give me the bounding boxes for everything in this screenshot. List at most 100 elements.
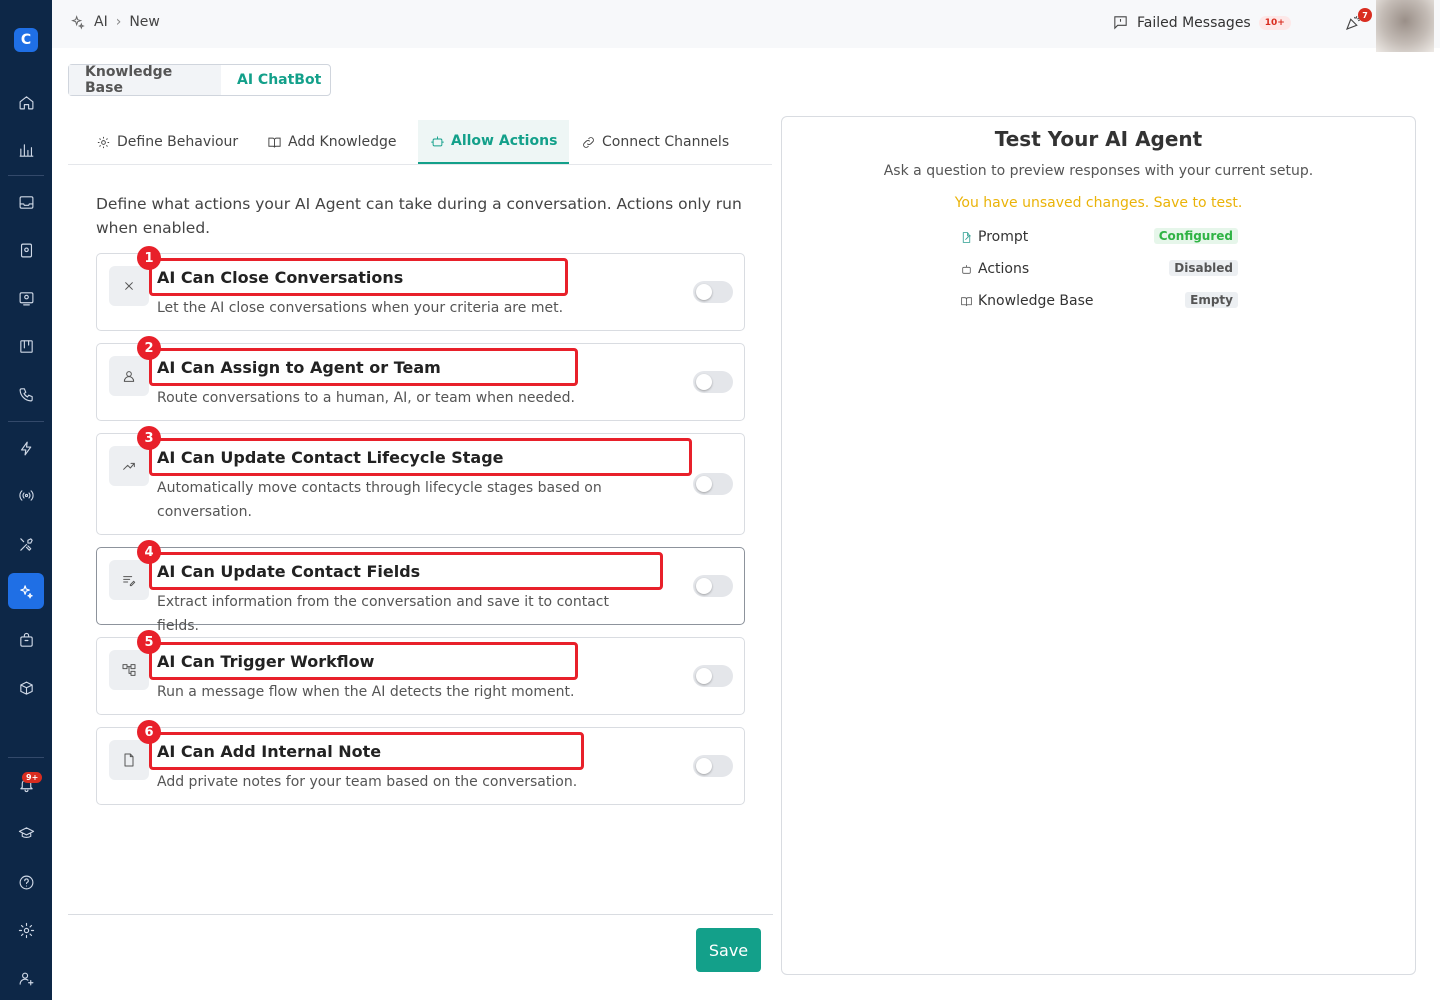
robot-icon: [431, 136, 444, 146]
signal-icon[interactable]: [8, 477, 44, 513]
tab-connect-channels[interactable]: Connect Channels: [581, 120, 729, 164]
gear-icon: [97, 136, 110, 148]
action-description: Run a message flow when the AI detects t…: [157, 684, 575, 700]
chevron-right-icon: ›: [115, 14, 122, 30]
highlight-box: [149, 732, 584, 770]
broadcast-icon[interactable]: [8, 280, 44, 316]
unsaved-warning: You have unsaved changes. Save to test.: [954, 195, 1243, 211]
phone-icon[interactable]: [8, 376, 44, 412]
status-badge: Disabled: [1169, 260, 1238, 276]
message-alert-icon: [1114, 16, 1127, 30]
tab-knowledge-base[interactable]: Knowledge Base: [69, 64, 221, 96]
step-marker: 2: [137, 336, 161, 360]
edit-list-icon: [109, 560, 149, 600]
close-icon: [109, 266, 149, 306]
action-description: Add private notes for your team based on…: [157, 774, 578, 790]
action-description: Route conversations to a human, AI, or t…: [157, 390, 575, 406]
status-row-actions: Actions Disabled: [960, 259, 1238, 281]
internal-note-toggle[interactable]: [693, 755, 733, 777]
step-marker: 4: [137, 540, 161, 564]
package-settings-icon[interactable]: [8, 670, 44, 706]
sidebar-divider: [8, 421, 44, 422]
panel-subtitle: Ask a question to preview responses with…: [883, 163, 1314, 179]
status-badge: Empty: [1185, 292, 1238, 308]
main-tabs: Knowledge Base AI ChatBot: [68, 64, 331, 96]
user-icon: [109, 356, 149, 396]
lightning-icon[interactable]: [8, 430, 44, 466]
footer-divider: [68, 914, 773, 915]
updates-badge: 7: [1358, 8, 1372, 22]
step-marker: 5: [137, 630, 161, 654]
sparkle-icon: [71, 15, 85, 30]
action-description: Let the AI close conversations when your…: [157, 300, 564, 316]
contacts-icon[interactable]: [8, 232, 44, 268]
status-label: Knowledge Base: [978, 293, 1094, 309]
action-description: Automatically move contacts through life…: [157, 480, 602, 520]
step-marker: 6: [137, 720, 161, 744]
status-row-prompt: Prompt Configured: [960, 227, 1238, 249]
home-icon[interactable]: [8, 84, 44, 120]
highlight-box: [149, 642, 578, 680]
highlight-box: [149, 552, 663, 590]
notification-badge: 9+: [22, 772, 43, 783]
highlight-box: [149, 438, 692, 476]
analytics-icon[interactable]: [8, 132, 44, 168]
panel-title: Test Your AI Agent: [994, 127, 1203, 151]
status-badge: Configured: [1153, 228, 1238, 244]
breadcrumb-item-ai[interactable]: AI: [94, 14, 108, 30]
sub-tabs: Define Behaviour Add Knowledge Allow Act…: [68, 120, 772, 165]
lifecycle-stage-toggle[interactable]: [693, 473, 733, 495]
sidebar-divider: [8, 175, 44, 176]
ai-sparkle-icon[interactable]: [8, 573, 44, 609]
bag-icon[interactable]: [8, 622, 44, 658]
test-agent-panel: Test Your AI Agent Ask a question to pre…: [781, 116, 1416, 975]
status-label: Actions: [978, 261, 1030, 277]
user-settings-icon[interactable]: [8, 960, 44, 996]
help-icon[interactable]: [8, 864, 44, 900]
action-description: Extract information from the conversatio…: [157, 594, 609, 634]
tab-add-knowledge[interactable]: Add Knowledge: [267, 120, 397, 164]
tab-label: Allow Actions: [451, 133, 558, 149]
failed-messages-button[interactable]: Failed Messages 10+: [1112, 14, 1291, 31]
tab-label: Define Behaviour: [117, 134, 239, 150]
tab-label: Add Knowledge: [288, 134, 397, 150]
book-icon: [961, 297, 972, 306]
failed-messages-label: Failed Messages: [1137, 14, 1251, 31]
status-label: Prompt: [978, 229, 1029, 245]
step-marker: 1: [137, 246, 161, 270]
failed-messages-badge: 10+: [1258, 15, 1291, 30]
intro-text: Define what actions your AI Agent can ta…: [96, 195, 742, 237]
avatar[interactable]: [1376, 0, 1434, 52]
app-logo[interactable]: C: [14, 28, 38, 52]
inbox-icon[interactable]: [8, 184, 44, 220]
breadcrumb-item-current: New: [129, 14, 160, 30]
breadcrumb: AI › New: [70, 14, 160, 30]
step-marker: 3: [137, 426, 161, 450]
settings-icon[interactable]: [8, 912, 44, 948]
tab-allow-actions[interactable]: Allow Actions: [418, 120, 570, 164]
tab-define-behaviour[interactable]: Define Behaviour: [96, 120, 238, 164]
highlight-box: [149, 258, 568, 296]
board-icon[interactable]: [8, 328, 44, 364]
trend-icon: [109, 446, 149, 486]
book-icon: [268, 137, 281, 148]
tools-icon[interactable]: [8, 526, 44, 562]
tab-label: Connect Channels: [602, 134, 730, 150]
contact-fields-toggle[interactable]: [693, 575, 733, 597]
save-button[interactable]: Save: [696, 928, 761, 972]
sidebar: C 9+: [0, 0, 52, 1000]
status-row-knowledge-base: Knowledge Base Empty: [960, 291, 1238, 313]
note-icon: [109, 740, 149, 780]
edit-file-icon: [962, 232, 971, 243]
robot-icon: [962, 265, 971, 274]
graduation-icon[interactable]: [8, 815, 44, 851]
tab-ai-chatbot[interactable]: AI ChatBot: [221, 65, 337, 95]
close-conversations-toggle[interactable]: [693, 281, 733, 303]
top-bar: AI › New Failed Messages 10+ 7: [52, 0, 1440, 52]
link-icon: [583, 136, 594, 148]
workflow-icon: [109, 650, 149, 690]
assign-agent-toggle[interactable]: [693, 371, 733, 393]
highlight-box: [149, 348, 578, 386]
sidebar-divider: [8, 757, 44, 758]
trigger-workflow-toggle[interactable]: [693, 665, 733, 687]
